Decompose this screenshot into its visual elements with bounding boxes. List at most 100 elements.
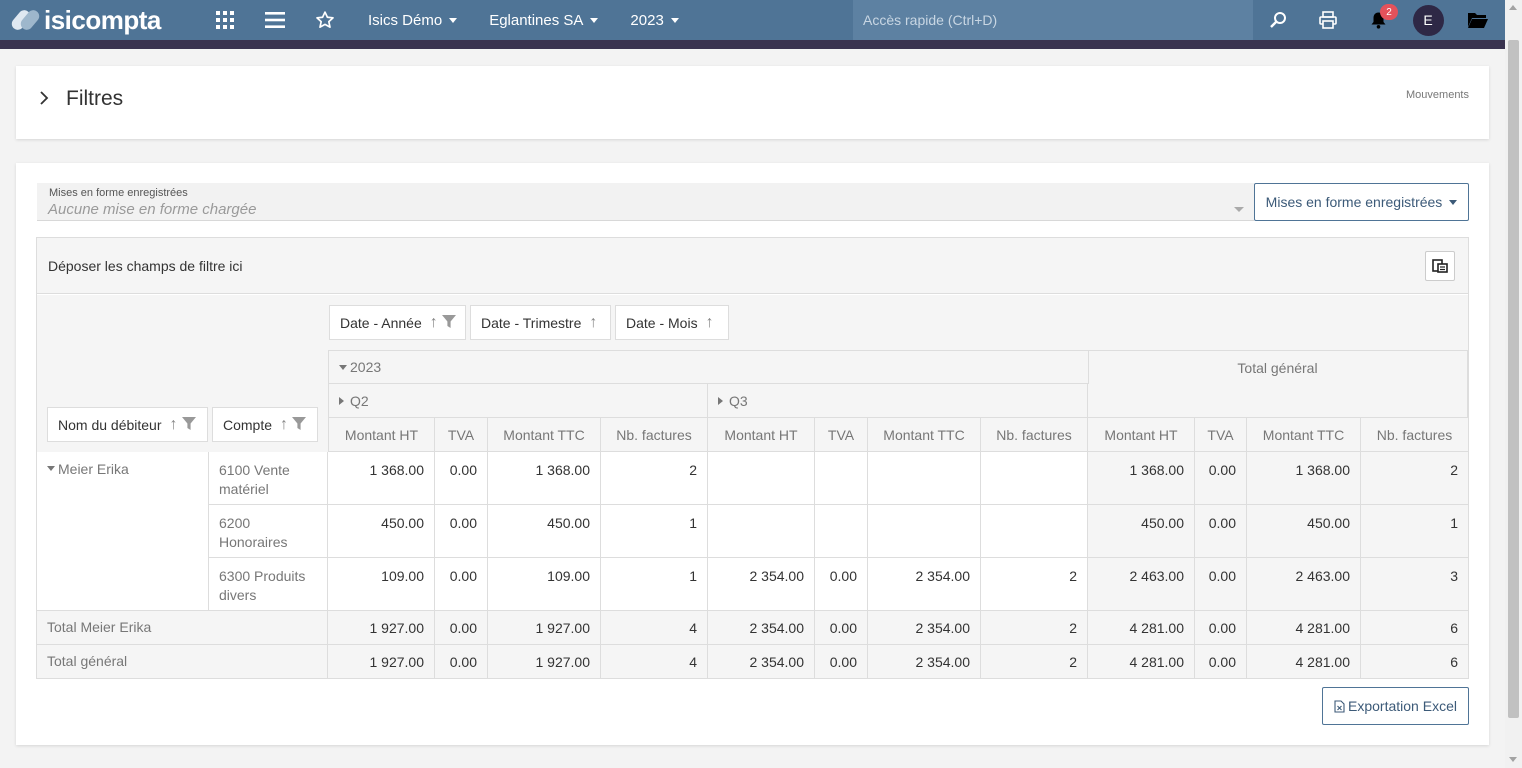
measure-header[interactable]: Nb. factures: [601, 418, 708, 452]
favorites-star-icon[interactable]: [300, 0, 350, 40]
quarter-header-q3[interactable]: Q3: [708, 384, 1088, 418]
pivot-card: Mises en forme enregistrées Aucune mise …: [16, 163, 1489, 745]
mouvements-label: Mouvements: [1406, 89, 1469, 101]
print-icon[interactable]: [1303, 0, 1353, 40]
saved-formats-select[interactable]: Mises en forme enregistrées Aucune mise …: [37, 183, 1254, 221]
measure-header[interactable]: TVA: [1195, 418, 1247, 452]
total-cell: 1 927.00: [488, 611, 601, 645]
year-header[interactable]: 2023: [328, 350, 1089, 384]
scroll-thumb[interactable]: [1508, 40, 1519, 718]
search-icon[interactable]: [1253, 0, 1303, 40]
expand-triangle-icon[interactable]: [339, 396, 344, 405]
data-cell: [815, 452, 868, 505]
page-scrollbar[interactable]: [1505, 0, 1522, 768]
total-cell: 0.00: [1195, 611, 1247, 645]
excel-export-label: Exportation Excel: [1348, 698, 1457, 714]
filter-funnel-icon[interactable]: [181, 416, 196, 433]
data-cell: 0.00: [1195, 505, 1247, 558]
data-cell: 1: [1361, 505, 1468, 558]
measure-header[interactable]: Nb. factures: [1361, 418, 1468, 452]
menu-hamburger-icon[interactable]: [250, 0, 300, 40]
excel-export-button[interactable]: Exportation Excel: [1322, 687, 1469, 725]
entity-dropdown[interactable]: Eglantines SA: [473, 0, 614, 40]
total-cell: 1 927.00: [488, 645, 601, 679]
chevron-down-icon: [670, 18, 679, 23]
measure-header[interactable]: Montant HT: [1088, 418, 1195, 452]
data-cell: 450.00: [1247, 505, 1361, 558]
account-label: Honoraires: [219, 534, 288, 550]
collapse-triangle-icon[interactable]: [47, 466, 55, 471]
chevron-down-icon: [590, 18, 599, 23]
data-cell: 2: [601, 452, 708, 505]
sort-arrow-icon[interactable]: ↑: [430, 314, 438, 332]
measure-header[interactable]: Montant TTC: [1247, 418, 1361, 452]
sort-arrow-icon[interactable]: ↑: [706, 314, 714, 332]
data-cell: [868, 452, 981, 505]
chevron-down-icon: [1449, 200, 1458, 205]
measure-header[interactable]: Montant TTC: [488, 418, 601, 452]
expand-triangle-icon[interactable]: [718, 396, 723, 405]
sort-arrow-icon[interactable]: ↑: [280, 416, 288, 434]
measure-header[interactable]: Montant HT: [328, 418, 435, 452]
measure-header[interactable]: Montant TTC: [868, 418, 981, 452]
account-label: 6100 Vente: [219, 462, 290, 478]
quarter-header-q3-label: Q3: [729, 392, 748, 409]
row-header-account[interactable]: 6300 Produits divers: [209, 558, 328, 611]
filters-panel[interactable]: Filtres Mouvements: [16, 66, 1489, 139]
sort-arrow-icon[interactable]: ↑: [589, 314, 597, 332]
saved-formats-label: Mises en forme enregistrées: [49, 187, 188, 199]
data-cell: 1 368.00: [488, 452, 601, 505]
row-header-account[interactable]: 6100 Vente matériel: [209, 452, 328, 505]
quick-access-input[interactable]: Accès rapide (Ctrl+D): [853, 0, 1253, 40]
filters-title[interactable]: Filtres: [66, 87, 123, 111]
total-cell: 0.00: [1195, 645, 1247, 679]
measure-header[interactable]: TVA: [815, 418, 868, 452]
data-cell: 450.00: [488, 505, 601, 558]
column-field-annee[interactable]: Date - Année ↑: [329, 305, 466, 340]
saved-formats-button-label: Mises en forme enregistrées: [1265, 194, 1443, 210]
total-cell: 2: [981, 645, 1088, 679]
data-cell: [815, 505, 868, 558]
data-cell: 0.00: [1195, 558, 1247, 611]
filter-drop-area[interactable]: Déposer les champs de filtre ici: [37, 238, 1468, 294]
row-header-account[interactable]: 6200 Honoraires: [209, 505, 328, 558]
filter-funnel-icon[interactable]: [292, 416, 307, 433]
page-header-strip: [0, 40, 1505, 49]
chevron-right-icon[interactable]: [38, 91, 50, 108]
quarter-header-q2[interactable]: Q2: [328, 384, 708, 418]
folder-open-icon[interactable]: [1453, 0, 1503, 40]
data-cell: [868, 505, 981, 558]
measure-header[interactable]: Nb. factures: [981, 418, 1088, 452]
saved-formats-button[interactable]: Mises en forme enregistrées: [1254, 183, 1469, 221]
scroll-up-arrow-icon[interactable]: [1509, 5, 1517, 10]
notifications-bell-icon[interactable]: 2: [1353, 0, 1403, 40]
filter-funnel-icon[interactable]: [441, 314, 456, 331]
account-label-wrap: 6300 Produits divers: [219, 567, 305, 605]
row-field-debiteur[interactable]: Nom du débiteur ↑: [47, 407, 208, 442]
field-list-toggle-icon[interactable]: [1425, 251, 1455, 281]
year-dropdown[interactable]: 2023: [614, 0, 694, 40]
account-label: 6300 Produits: [219, 568, 306, 584]
total-cell: 1 927.00: [328, 611, 435, 645]
data-cell: 2 463.00: [1247, 558, 1361, 611]
user-avatar[interactable]: E: [1403, 0, 1453, 40]
topbar-right-icons: 2 E: [1253, 0, 1503, 40]
company-dropdown[interactable]: Isics Démo: [352, 0, 473, 40]
data-cell: 1 368.00: [1088, 452, 1195, 505]
notifications-badge: 2: [1380, 4, 1398, 20]
data-cell: 2: [981, 558, 1088, 611]
column-field-mois[interactable]: Date - Mois ↑: [615, 305, 729, 340]
collapse-triangle-icon[interactable]: [339, 364, 347, 370]
data-cell: 109.00: [328, 558, 435, 611]
account-label: matériel: [219, 481, 269, 497]
total-cell: 4 281.00: [1247, 611, 1361, 645]
apps-grid-icon[interactable]: [200, 0, 250, 40]
row-header-debtor[interactable]: Meier Erika: [37, 452, 209, 611]
measure-header[interactable]: TVA: [435, 418, 488, 452]
sort-arrow-icon[interactable]: ↑: [170, 416, 178, 434]
column-field-trimestre[interactable]: Date - Trimestre ↑: [470, 305, 611, 340]
scroll-down-arrow-icon[interactable]: [1509, 757, 1517, 762]
row-field-compte[interactable]: Compte ↑: [212, 407, 318, 442]
measure-header[interactable]: Montant HT: [708, 418, 815, 452]
app-logo[interactable]: isicompta: [10, 5, 200, 36]
